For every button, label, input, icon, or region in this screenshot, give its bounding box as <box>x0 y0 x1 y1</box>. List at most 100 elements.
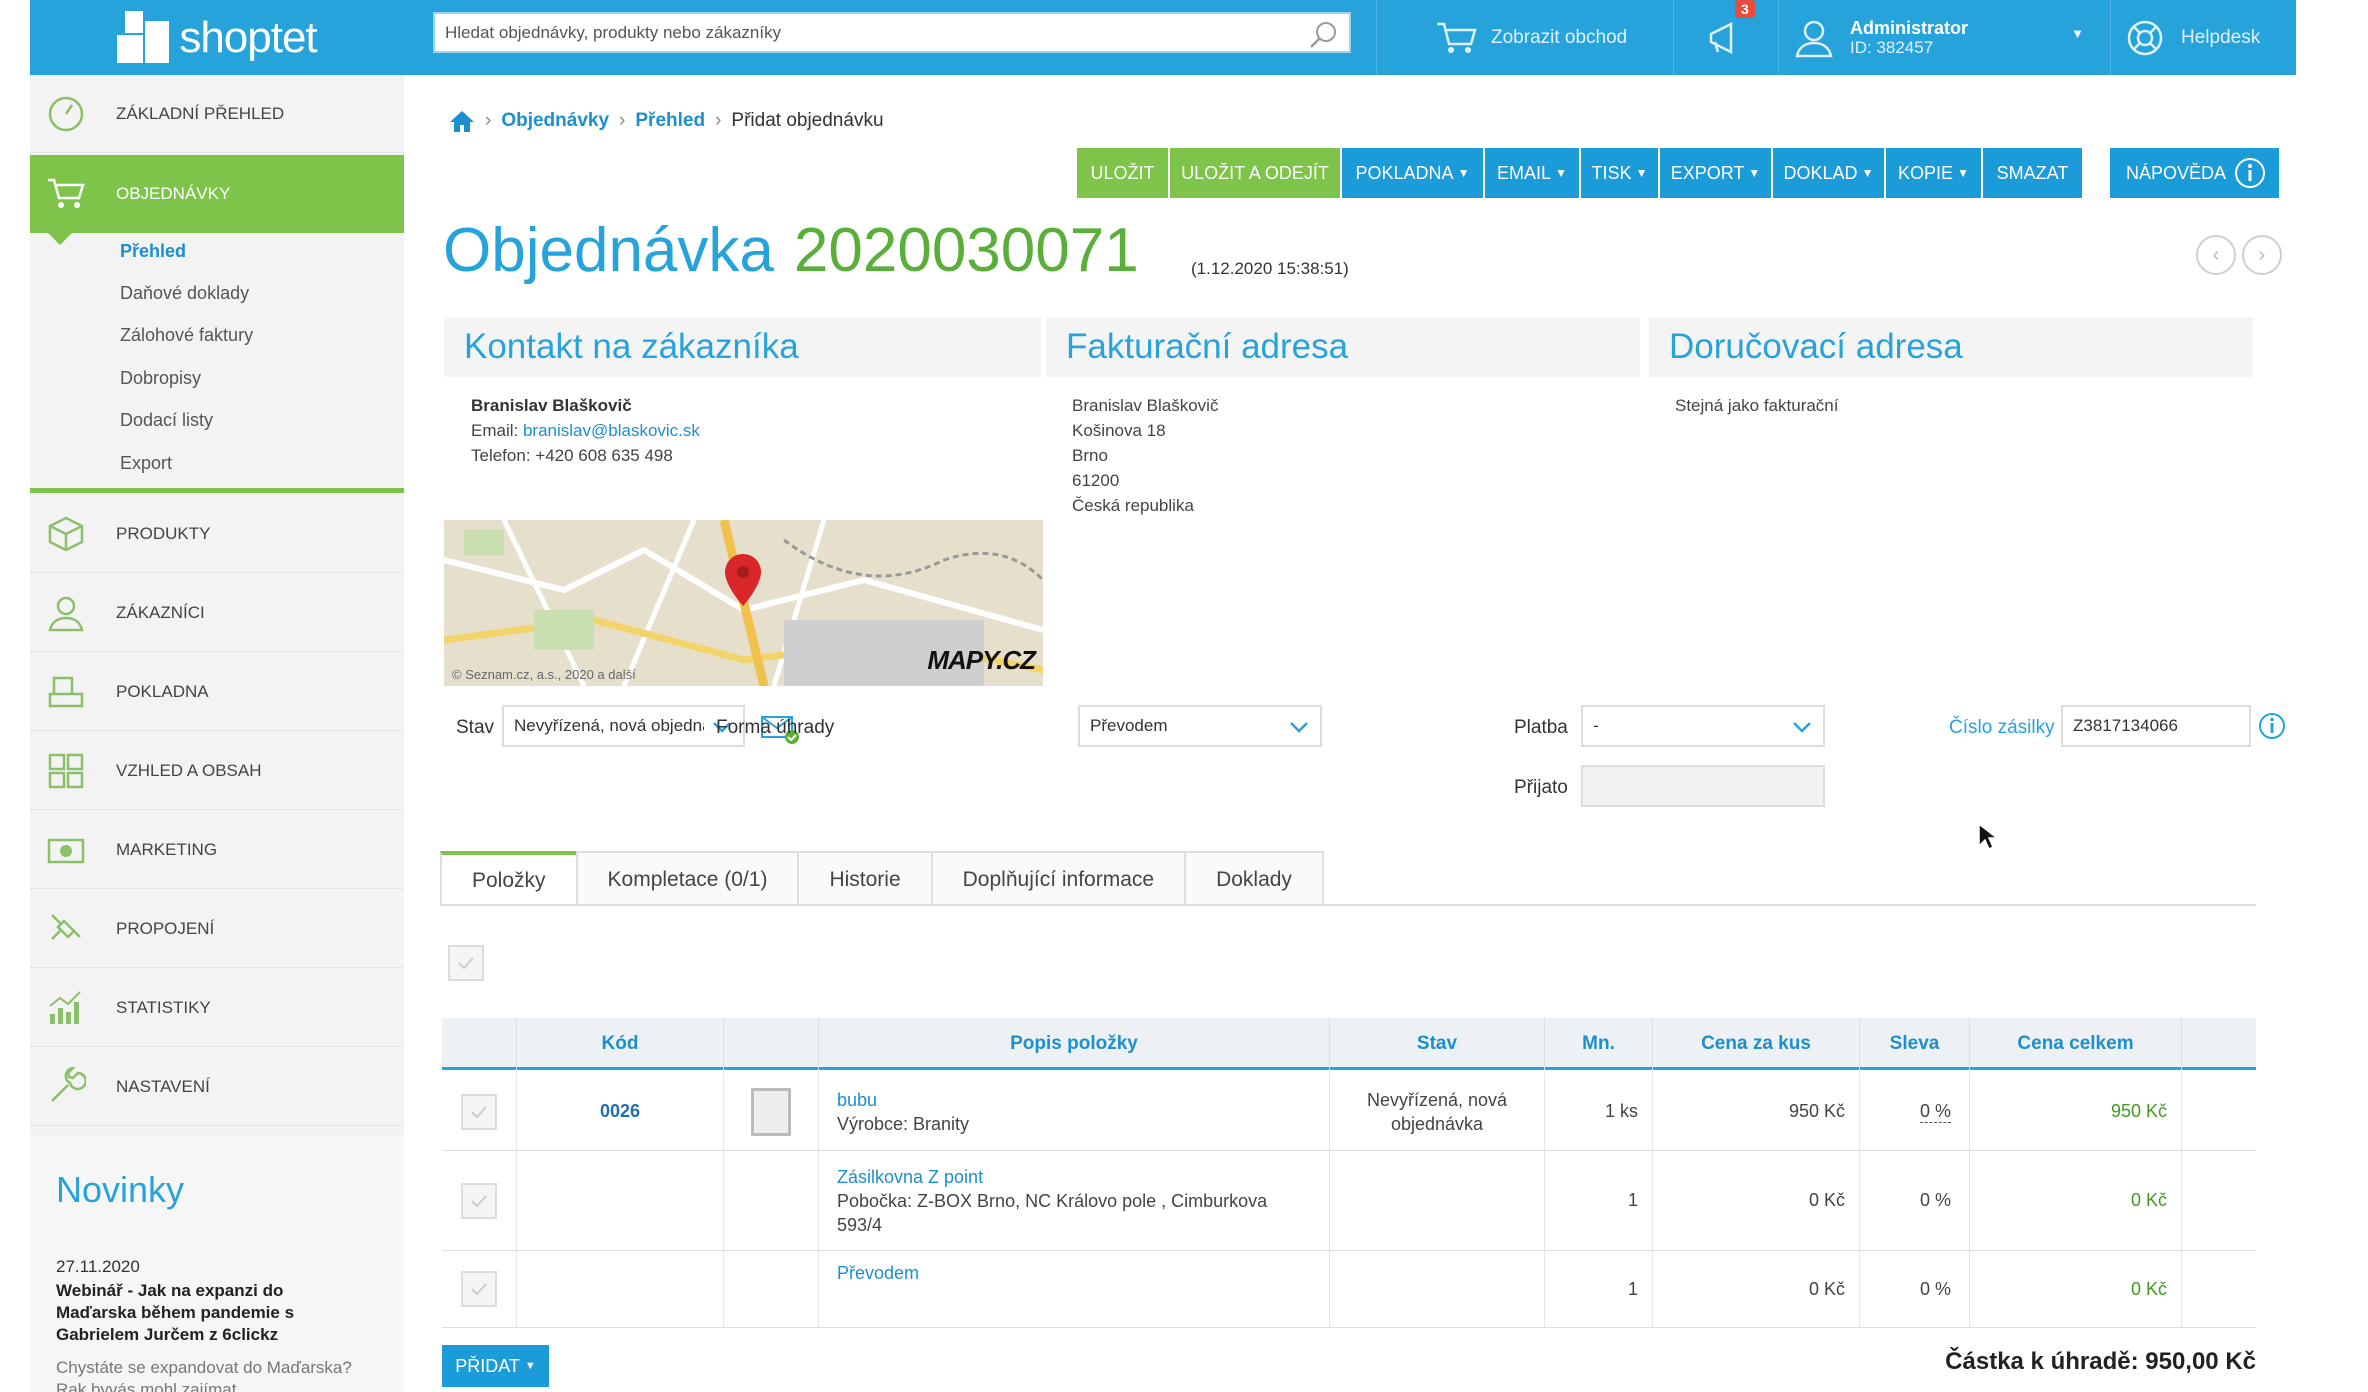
kopie-dropdown[interactable]: Kopie ▼ <box>1886 148 1983 198</box>
chart-icon <box>46 988 86 1028</box>
item-code[interactable]: 0026 <box>517 1073 724 1150</box>
status-select[interactable]: Nevyřízená, nová objednávka <box>502 705 745 747</box>
tab-doplnujici[interactable]: Doplňující informace <box>930 851 1187 906</box>
item-unit-price: 0 Kč <box>1653 1151 1860 1250</box>
tab-doklady[interactable]: Doklady <box>1184 851 1324 906</box>
col-discount[interactable]: Sleva <box>1860 1018 1970 1070</box>
table-row[interactable]: Převodem 1 0 Kč 0 % 0 Kč <box>442 1251 2256 1328</box>
sidebar-item-settings[interactable]: Nastavení <box>30 1048 404 1126</box>
customer-map[interactable]: © Seznam.cz, a.s., 2020 a další MAPY.CZ <box>444 520 1043 686</box>
item-name[interactable]: Převodem <box>837 1263 919 1284</box>
megaphone-icon <box>1709 21 1733 54</box>
check-icon <box>471 1105 487 1118</box>
received-field[interactable] <box>1581 765 1825 807</box>
user-icon <box>1795 20 1833 57</box>
breadcrumb-overview[interactable]: Přehled <box>635 110 705 132</box>
tab-historie[interactable]: Historie <box>797 851 933 906</box>
item-thumbnail <box>724 1251 819 1327</box>
show-store-link[interactable]: Zobrazit obchod <box>1435 0 1627 75</box>
cart-icon <box>46 174 86 214</box>
tab-kompletace[interactable]: Kompletace (0/1) <box>575 851 800 906</box>
tab-polozky[interactable]: Položky <box>440 851 578 906</box>
notifications-button[interactable]: 3 <box>1690 0 1760 75</box>
sidebar-item-label: Marketing <box>116 839 218 859</box>
breadcrumb-current: Přidat objednávku <box>731 110 884 131</box>
item-discount[interactable]: 0 % <box>1919 1101 1951 1123</box>
add-item-label: Přidat <box>455 1355 520 1376</box>
sidebar-sub-dodaci-listy[interactable]: Dodací listy <box>120 410 213 431</box>
search-icon[interactable] <box>1307 19 1339 51</box>
item-unit-price: 950 Kč <box>1653 1073 1860 1150</box>
email-dropdown[interactable]: Email ▼ <box>1485 148 1581 198</box>
news-title[interactable]: Webinář - Jak na expanzi do Maďarska běh… <box>56 1280 356 1346</box>
row-checkbox[interactable] <box>461 1182 497 1219</box>
tracking-input[interactable]: Z3817134066 <box>2061 705 2251 747</box>
col-status[interactable]: Stav <box>1330 1018 1545 1070</box>
help-label: Nápověda <box>2126 162 2227 183</box>
check-icon <box>471 1283 487 1296</box>
item-name[interactable]: bubu <box>837 1088 877 1112</box>
sidebar-sub-danove-doklady[interactable]: Daňové doklady <box>120 283 249 304</box>
sidebar-item-orders[interactable]: Objednávky <box>30 155 404 233</box>
news-date: 27.11.2020 <box>56 1257 140 1276</box>
sidebar-item-dashboard[interactable]: Základní přehled <box>30 75 404 153</box>
helpdesk-link[interactable]: Helpdesk <box>2125 0 2260 75</box>
info-icon[interactable] <box>2257 711 2287 741</box>
table-row[interactable]: Zásilkovna Z point Pobočka: Z-BOX Brno, … <box>442 1151 2256 1251</box>
tracking-label[interactable]: Číslo zásilky <box>1949 717 2055 739</box>
user-menu[interactable]: Administrator ID: 382457 ▼ <box>1792 0 2092 75</box>
tisk-dropdown[interactable]: Tisk ▼ <box>1581 148 1660 198</box>
item-quantity: 1 <box>1545 1251 1653 1327</box>
sidebar-sub-zalohove-faktury[interactable]: Zálohové faktury <box>120 325 253 346</box>
select-all-checkbox[interactable] <box>448 945 484 981</box>
breadcrumb-orders[interactable]: Objednávky <box>501 110 609 132</box>
next-order-button[interactable]: › <box>2242 235 2282 275</box>
shoptet-logo-icon <box>117 10 171 65</box>
item-name[interactable]: Zásilkovna Z point <box>837 1165 983 1189</box>
col-description[interactable]: Popis položky <box>819 1018 1330 1070</box>
search-input[interactable]: Hledat objednávky, produkty nebo zákazní… <box>433 12 1351 53</box>
prev-order-button[interactable]: ‹ <box>2196 235 2236 275</box>
pokladna-dropdown[interactable]: Pokladna ▼ <box>1342 148 1485 198</box>
help-button[interactable]: Nápověda <box>2110 148 2281 198</box>
sidebar-item-label: Pokladna <box>116 681 209 701</box>
home-icon[interactable] <box>449 109 475 133</box>
sidebar-sub-export[interactable]: Export <box>120 453 172 474</box>
sidebar-item-products[interactable]: Produkty <box>30 495 404 573</box>
billing-address: Branislav Blaškovič Košinova 18 Brno 612… <box>1072 393 1218 518</box>
sidebar-item-connections[interactable]: Propojení <box>30 890 404 968</box>
sidebar-item-marketing[interactable]: Marketing <box>30 811 404 889</box>
order-title: Objednávka <box>443 216 774 285</box>
export-dropdown[interactable]: Export ▼ <box>1660 148 1773 198</box>
sidebar-item-pokladna[interactable]: Pokladna <box>30 653 404 731</box>
delete-button[interactable]: Smazat <box>1983 148 2084 198</box>
sidebar-item-statistics[interactable]: Statistiky <box>30 969 404 1047</box>
sidebar-item-layout[interactable]: Vzhled a obsah <box>30 732 404 810</box>
table-row[interactable]: 0026 bubu Výrobce: Branity Nevyřízená, n… <box>442 1073 2256 1151</box>
col-total[interactable]: Cena celkem <box>1970 1018 2182 1070</box>
breadcrumb: › Objednávky › Přehled › Přidat objednáv… <box>449 109 884 133</box>
payment-form-select[interactable]: Převodem <box>1078 705 1322 747</box>
contact-email[interactable]: branislav@blaskovic.sk <box>523 421 700 440</box>
item-thumbnail[interactable] <box>724 1073 819 1150</box>
payment-select[interactable]: - <box>1581 705 1825 747</box>
save-button[interactable]: Uložit <box>1077 148 1170 198</box>
logo[interactable]: shoptet <box>30 0 404 75</box>
col-code[interactable]: Kód <box>517 1018 724 1070</box>
add-item-button[interactable]: Přidat ▼ <box>442 1345 549 1387</box>
sidebar-item-customers[interactable]: Zákazníci <box>30 574 404 652</box>
row-checkbox[interactable] <box>461 1093 497 1130</box>
sidebar-sub-dobropisy[interactable]: Dobropisy <box>120 368 201 389</box>
chevron-left-icon: ‹ <box>2212 243 2220 266</box>
logo-text: shoptet <box>179 12 317 62</box>
billing-heading: Fakturační adresa <box>1046 317 1640 377</box>
col-unit-price[interactable]: Cena za kus <box>1653 1018 1860 1070</box>
save-exit-button[interactable]: Uložit a odejít <box>1170 148 1342 198</box>
doklad-dropdown[interactable]: Doklad ▼ <box>1773 148 1886 198</box>
user-icon <box>46 593 86 633</box>
billing-line: Branislav Blaškovič <box>1072 396 1219 415</box>
row-checkbox[interactable] <box>461 1271 497 1307</box>
item-quantity: 1 ks <box>1545 1073 1653 1150</box>
sidebar-sub-prehled[interactable]: Přehled <box>120 241 186 262</box>
col-quantity[interactable]: Mn. <box>1545 1018 1653 1070</box>
